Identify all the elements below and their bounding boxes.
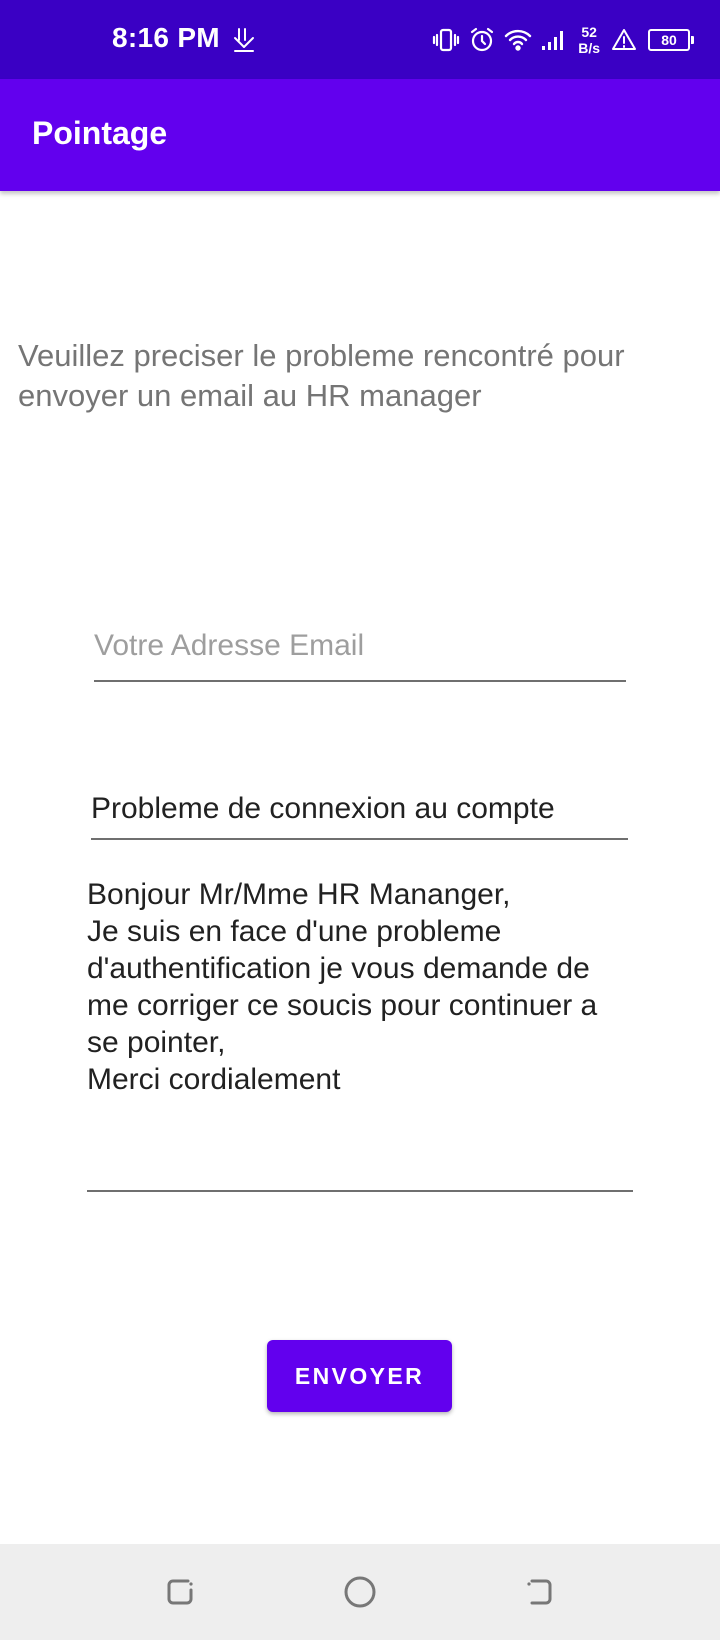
alert-icon	[612, 29, 636, 50]
net-speed: 52 B/s	[578, 24, 600, 56]
status-icons: 52 B/s 80	[432, 18, 694, 62]
navigation-bar	[0, 1544, 720, 1640]
battery-level: 80	[661, 32, 677, 48]
app-bar: Pointage	[0, 79, 720, 191]
signal-icon	[542, 31, 564, 50]
status-time: 8:16 PM	[112, 22, 220, 53]
home-button[interactable]	[340, 1572, 380, 1612]
download-icon	[234, 28, 254, 52]
vibrate-icon	[433, 28, 460, 52]
app-title: Pointage	[32, 115, 168, 151]
message-input[interactable]: Bonjour Mr/Mme HR Mananger, Je suis en f…	[87, 876, 633, 1192]
recent-apps-icon	[167, 1579, 193, 1605]
battery-icon: 80	[648, 29, 694, 51]
recent-apps-button[interactable]	[160, 1572, 200, 1612]
subject-input[interactable]: Probleme de connexion au compte	[91, 792, 628, 840]
email-input[interactable]	[94, 620, 626, 682]
status-bar: 8:16 PM 52 B/s 80	[0, 0, 720, 79]
net-speed-unit: B/s	[578, 40, 600, 56]
alarm-icon	[471, 27, 494, 52]
wifi-icon	[505, 29, 532, 51]
back-icon	[527, 1579, 552, 1605]
back-button[interactable]	[520, 1572, 560, 1612]
send-button[interactable]: ENVOYER	[267, 1340, 452, 1412]
instruction-text: Veuillez preciser le probleme rencontré …	[18, 338, 625, 413]
net-speed-value: 52	[581, 24, 597, 40]
home-icon	[344, 1576, 376, 1608]
